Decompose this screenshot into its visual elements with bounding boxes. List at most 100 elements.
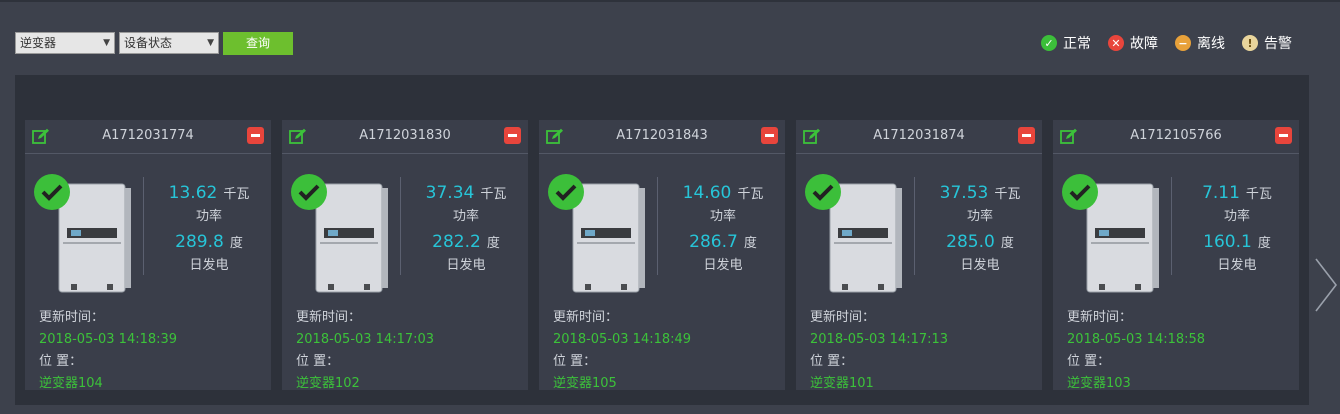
divider xyxy=(400,177,401,275)
divider xyxy=(143,177,144,275)
card-info: 更新时间： 2018-05-03 14:17:13 位 置： 逆变器101 xyxy=(810,307,948,395)
update-time-value: 2018-05-03 14:17:03 xyxy=(296,332,435,347)
remove-icon[interactable] xyxy=(1275,127,1292,144)
card-header: A1712031774 xyxy=(25,120,271,154)
energy-unit: 度 xyxy=(486,236,500,251)
legend-fault-label: 故障 xyxy=(1130,36,1158,52)
daily-value: 286.7 xyxy=(689,232,738,252)
legend-fault: ✕ 故障 xyxy=(1108,33,1158,53)
legend-offline-label: 离线 xyxy=(1197,36,1225,52)
minus-icon: − xyxy=(1175,35,1191,51)
update-time-label: 更新时间： xyxy=(810,310,876,325)
power-unit: 千瓦 xyxy=(737,187,764,202)
update-time-value: 2018-05-03 14:18:58 xyxy=(1067,332,1206,347)
check-icon: ✓ xyxy=(1041,35,1057,51)
query-button[interactable]: 查询 xyxy=(223,32,293,55)
device-card[interactable]: A1712031843 14.60 千瓦 功率 286.7 度 日发电 更新时间： xyxy=(539,120,785,391)
legend-alarm: ! 告警 xyxy=(1242,33,1292,53)
card-info: 更新时间： 2018-05-03 14:18:58 位 置： 逆变器103 xyxy=(1067,307,1205,395)
serial-number: A1712031830 xyxy=(359,128,451,143)
status-normal-badge xyxy=(1062,174,1098,210)
remove-icon[interactable] xyxy=(761,127,778,144)
serial-number: A1712031874 xyxy=(873,128,965,143)
location-value: 逆变器101 xyxy=(810,376,874,391)
power-label: 功率 xyxy=(709,209,736,224)
dropdown-arrow-icon: ▼ xyxy=(103,38,110,48)
card-info: 更新时间： 2018-05-03 14:18:49 位 置： 逆变器105 xyxy=(553,307,691,395)
check-icon xyxy=(298,184,320,201)
daily-label: 日发电 xyxy=(960,258,1000,273)
divider xyxy=(1171,177,1172,275)
device-card[interactable]: A1712031774 13.62 千瓦 功率 289.8 度 日发电 更新时间： xyxy=(25,120,271,391)
power-label: 功率 xyxy=(452,209,479,224)
power-label: 功率 xyxy=(966,209,993,224)
update-time-value: 2018-05-03 14:18:49 xyxy=(553,332,692,347)
device-type-value: 逆变器 xyxy=(20,36,57,50)
update-time-value: 2018-05-03 14:17:13 xyxy=(810,332,949,347)
location-label: 位 置： xyxy=(1067,354,1111,369)
daily-value: 285.0 xyxy=(946,232,995,252)
device-status-select[interactable]: 设备状态 ▼ xyxy=(119,32,219,54)
power-unit: 千瓦 xyxy=(994,187,1021,202)
stats: 7.11 千瓦 功率 160.1 度 日发电 xyxy=(1178,180,1296,278)
remove-icon[interactable] xyxy=(1018,127,1035,144)
device-card[interactable]: A1712031874 37.53 千瓦 功率 285.0 度 日发电 更新时间： xyxy=(796,120,1042,391)
stats: 13.62 千瓦 功率 289.8 度 日发电 xyxy=(150,180,268,278)
energy-unit: 度 xyxy=(1257,236,1271,251)
update-time-label: 更新时间： xyxy=(39,310,105,325)
legend-normal-label: 正常 xyxy=(1063,36,1091,52)
daily-value: 160.1 xyxy=(1203,232,1252,252)
check-icon xyxy=(1069,184,1091,201)
daily-label: 日发电 xyxy=(446,258,486,273)
update-time-label: 更新时间： xyxy=(1067,310,1133,325)
card-header: A1712031843 xyxy=(539,120,785,154)
exclamation-icon: ! xyxy=(1242,35,1258,51)
check-icon xyxy=(41,184,63,201)
power-value: 14.60 xyxy=(682,183,732,203)
serial-number: A1712031843 xyxy=(616,128,708,143)
legend-offline: − 离线 xyxy=(1175,33,1225,53)
card-header: A1712031874 xyxy=(796,120,1042,154)
power-label: 功率 xyxy=(195,209,222,224)
daily-label: 日发电 xyxy=(189,258,229,273)
power-value: 37.53 xyxy=(939,183,989,203)
status-normal-badge xyxy=(291,174,327,210)
daily-label: 日发电 xyxy=(1217,258,1257,273)
divider xyxy=(914,177,915,275)
power-unit: 千瓦 xyxy=(1245,187,1272,202)
card-info: 更新时间： 2018-05-03 14:18:39 位 置： 逆变器104 xyxy=(39,307,177,395)
energy-unit: 度 xyxy=(229,236,243,251)
location-label: 位 置： xyxy=(553,354,597,369)
location-label: 位 置： xyxy=(39,354,83,369)
daily-value: 282.2 xyxy=(432,232,481,252)
device-card[interactable]: A1712105766 7.11 千瓦 功率 160.1 度 日发电 更新时间： xyxy=(1053,120,1299,391)
location-value: 逆变器105 xyxy=(553,376,617,391)
serial-number: A1712105766 xyxy=(1130,128,1222,143)
dropdown-arrow-icon: ▼ xyxy=(207,38,214,48)
serial-number: A1712031774 xyxy=(102,128,194,143)
device-status-value: 设备状态 xyxy=(124,36,173,50)
device-type-select[interactable]: 逆变器 ▼ xyxy=(15,32,115,54)
status-normal-badge xyxy=(34,174,70,210)
power-unit: 千瓦 xyxy=(223,187,250,202)
location-value: 逆变器104 xyxy=(39,376,103,391)
stats: 14.60 千瓦 功率 286.7 度 日发电 xyxy=(664,180,782,278)
card-info: 更新时间： 2018-05-03 14:17:03 位 置： 逆变器102 xyxy=(296,307,434,395)
remove-icon[interactable] xyxy=(504,127,521,144)
energy-unit: 度 xyxy=(1000,236,1014,251)
next-page-arrow-icon[interactable] xyxy=(1312,255,1340,315)
remove-icon[interactable] xyxy=(247,127,264,144)
check-icon xyxy=(812,184,834,201)
update-time-label: 更新时间： xyxy=(553,310,619,325)
location-label: 位 置： xyxy=(296,354,340,369)
daily-value: 289.8 xyxy=(175,232,224,252)
device-card[interactable]: A1712031830 37.34 千瓦 功率 282.2 度 日发电 更新时间： xyxy=(282,120,528,391)
device-panel: A1712031774 13.62 千瓦 功率 289.8 度 日发电 更新时间： xyxy=(15,75,1309,405)
divider xyxy=(657,177,658,275)
location-value: 逆变器103 xyxy=(1067,376,1131,391)
stats: 37.53 千瓦 功率 285.0 度 日发电 xyxy=(921,180,1039,278)
card-header: A1712031830 xyxy=(282,120,528,154)
check-icon xyxy=(555,184,577,201)
update-time-value: 2018-05-03 14:18:39 xyxy=(39,332,178,347)
update-time-label: 更新时间： xyxy=(296,310,362,325)
